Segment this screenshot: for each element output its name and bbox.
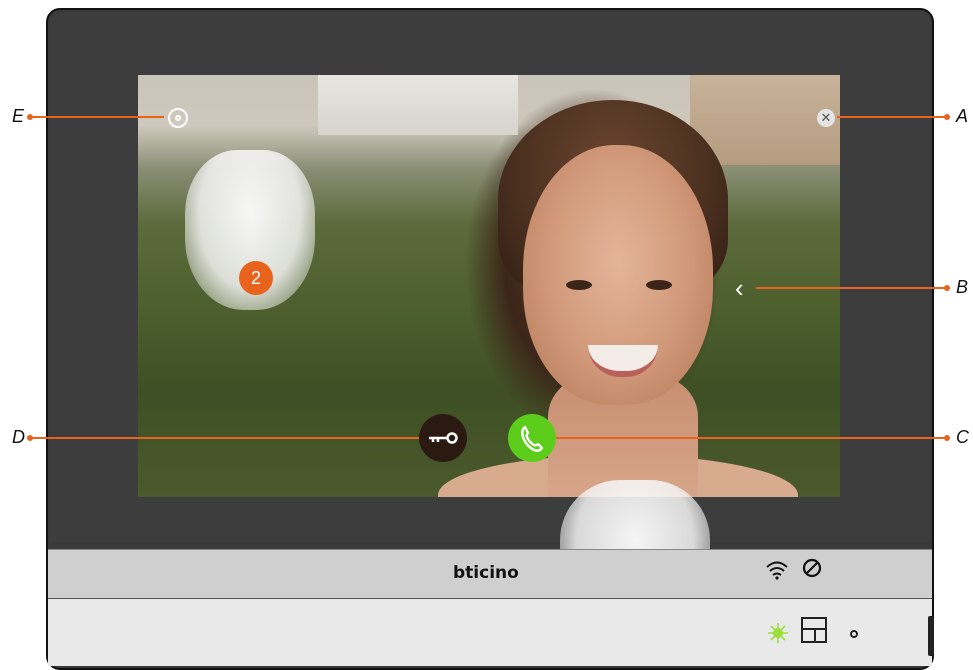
callout-dot-c bbox=[944, 435, 950, 441]
callout-dot-b bbox=[944, 285, 950, 291]
close-icon[interactable]: ✕ bbox=[817, 109, 835, 127]
gear-icon[interactable] bbox=[168, 108, 188, 128]
panel-button-icon[interactable] bbox=[801, 617, 827, 643]
callout-label-b: B bbox=[956, 277, 969, 297]
status-dot-icon bbox=[850, 630, 858, 638]
background-sky bbox=[318, 75, 518, 135]
unlock-door-button[interactable] bbox=[419, 414, 467, 462]
visitor-eye-left bbox=[566, 280, 592, 290]
callout-line-b bbox=[756, 287, 948, 289]
do-not-disturb-icon bbox=[802, 558, 822, 584]
callout-label-a: A bbox=[956, 106, 969, 126]
phone-icon bbox=[521, 425, 544, 452]
callout-line-d bbox=[30, 437, 419, 439]
side-tab bbox=[928, 616, 934, 656]
callout-label-e: E bbox=[12, 106, 25, 126]
led-indicator-icon bbox=[767, 622, 789, 644]
callout-line-a bbox=[837, 116, 948, 118]
callout-line-e bbox=[30, 116, 164, 118]
callout-label-d: D bbox=[12, 427, 25, 447]
key-icon bbox=[429, 432, 458, 444]
chevron-left-icon[interactable]: ‹ bbox=[735, 275, 744, 301]
device-base bbox=[48, 599, 932, 666]
answer-call-button[interactable] bbox=[508, 414, 556, 462]
step-marker-2: 2 bbox=[239, 261, 273, 295]
callout-dot-d bbox=[27, 435, 33, 441]
callout-dot-a bbox=[944, 114, 950, 120]
brand-logo: bticino bbox=[453, 563, 519, 583]
callout-label-c: C bbox=[956, 427, 969, 447]
callout-line-c bbox=[556, 437, 948, 439]
visitor-eye-right bbox=[646, 280, 672, 290]
wifi-icon bbox=[766, 560, 788, 586]
callout-dot-e bbox=[27, 114, 33, 120]
